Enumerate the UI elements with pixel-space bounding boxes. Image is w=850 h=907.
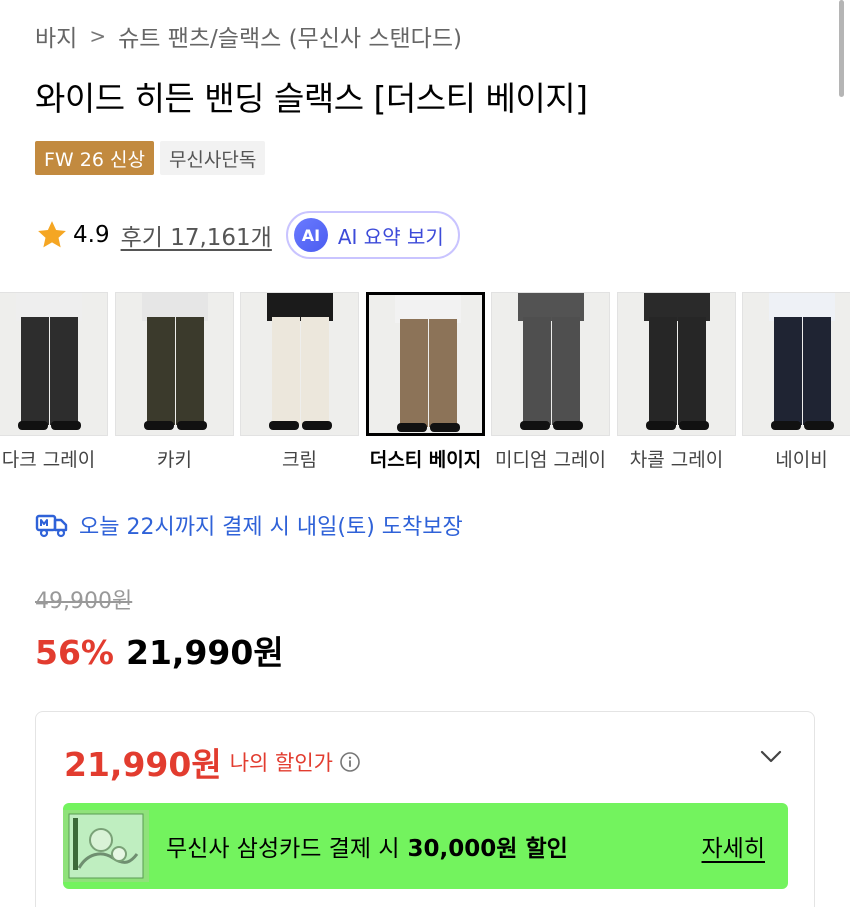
price-row: 56% 21,990원 xyxy=(35,626,284,674)
color-label: 크림 xyxy=(282,449,317,471)
model-leg xyxy=(400,319,428,427)
rating-row: 4.9 후기 17,161개 AI AI 요약 보기 xyxy=(35,210,460,260)
model-leg xyxy=(50,317,78,425)
card-promo-image xyxy=(63,810,149,882)
model-leg xyxy=(803,317,831,425)
color-option-medium-gray[interactable]: 미디엄 그레이 xyxy=(491,292,610,472)
model-leg xyxy=(678,317,706,425)
model-shoe xyxy=(397,423,427,432)
model-shoe xyxy=(177,421,207,430)
breadcrumb-item-suit-pants[interactable]: 슈트 팬츠/슬랙스 (무신사 스탠다드) xyxy=(118,19,462,53)
rating-score: 4.9 xyxy=(73,222,110,248)
color-option-dusty-beige[interactable]: 더스티 베이지 xyxy=(366,292,485,472)
model-shoe xyxy=(679,421,709,430)
color-label: 카키 xyxy=(157,449,192,471)
model-shoe xyxy=(144,421,174,430)
product-thumbnail xyxy=(617,292,736,436)
color-label: 차콜 그레이 xyxy=(629,449,724,471)
color-label: 다크 그레이 xyxy=(1,449,96,471)
model-leg xyxy=(523,317,551,425)
product-thumbnail xyxy=(366,292,485,436)
model-leg xyxy=(147,317,175,425)
product-thumbnail xyxy=(742,292,850,436)
model-leg xyxy=(272,317,300,425)
delivery-guarantee[interactable]: 오늘 22시까지 결제 시 내일(토) 도착보장 xyxy=(35,505,463,545)
model-leg xyxy=(429,319,457,427)
promo-discount-amount: 30,000원 할인 xyxy=(407,836,568,862)
product-thumbnail xyxy=(240,292,359,436)
model-leg xyxy=(552,317,580,425)
color-option-cream[interactable]: 크림 xyxy=(240,292,359,472)
star-icon xyxy=(38,221,66,248)
delivery-text: 오늘 22시까지 결제 시 내일(토) 도착보장 xyxy=(79,515,463,540)
scrollbar[interactable] xyxy=(839,0,844,97)
my-discount-price: 21,990원 xyxy=(64,745,222,784)
color-label: 미디엄 그레이 xyxy=(495,449,606,471)
promo-text: 무신사 삼성카드 결제 시 30,000원 할인 xyxy=(166,803,568,889)
color-label: 네이비 xyxy=(775,449,828,471)
model-shoe xyxy=(646,421,676,430)
breadcrumb-item-pants[interactable]: 바지 xyxy=(35,19,77,53)
original-price: 49,900원 xyxy=(35,589,133,614)
model-leg xyxy=(649,317,677,425)
model-shoe xyxy=(520,421,550,430)
model-shoe xyxy=(302,421,332,430)
model-shoe xyxy=(269,421,299,430)
ai-icon: AI xyxy=(293,218,328,252)
product-thumbnail xyxy=(491,292,610,436)
model-leg xyxy=(774,317,802,425)
ai-summary-label: AI 요약 보기 xyxy=(337,224,444,249)
promo-description: 무신사 삼성카드 결제 시 xyxy=(166,836,400,862)
sale-price: 21,990원 xyxy=(126,633,284,672)
discount-rate: 56% xyxy=(35,633,114,672)
product-thumbnail xyxy=(0,292,108,436)
chevron-down-icon[interactable] xyxy=(760,750,782,764)
truck-icon xyxy=(35,514,68,538)
my-price-row: 21,990원 나의 할인가 xyxy=(64,738,361,786)
ai-summary-button[interactable]: AI AI 요약 보기 xyxy=(285,211,460,259)
new-season-badge: FW 26 신상 xyxy=(35,141,154,175)
product-title: 와이드 히든 밴딩 슬랙스 [더스티 베이지] xyxy=(35,79,588,118)
product-thumbnail xyxy=(115,292,234,436)
model-shoe xyxy=(51,421,81,430)
color-options: 다크 그레이 카키 크림 더스티 베이지 미디엄 그레이 차콜 그레이 네이비 xyxy=(0,292,850,482)
model-shoe xyxy=(804,421,834,430)
card-promo-banner[interactable]: 무신사 삼성카드 결제 시 30,000원 할인 자세히 xyxy=(63,803,788,889)
model-leg xyxy=(176,317,204,425)
promo-details-link[interactable]: 자세히 xyxy=(702,803,765,889)
reviews-link[interactable]: 후기 17,161개 xyxy=(121,218,272,252)
model-shoe xyxy=(553,421,583,430)
model-leg xyxy=(301,317,329,425)
info-icon[interactable] xyxy=(339,751,361,773)
chevron-right-icon: > xyxy=(89,24,107,48)
model-shoe xyxy=(771,421,801,430)
breadcrumb: 바지 > 슈트 팬츠/슬랙스 (무신사 스탠다드) xyxy=(35,20,462,52)
model-shoe xyxy=(18,421,48,430)
model-leg xyxy=(21,317,49,425)
badge-list: FW 26 신상 무신사단독 xyxy=(35,141,266,175)
exclusive-badge: 무신사단독 xyxy=(159,141,266,175)
color-option-dark-gray[interactable]: 다크 그레이 xyxy=(0,292,108,472)
my-discount-label: 나의 할인가 xyxy=(229,751,333,775)
model-shoe xyxy=(430,423,460,432)
color-label: 더스티 베이지 xyxy=(369,449,482,471)
color-option-charcoal-gray[interactable]: 차콜 그레이 xyxy=(617,292,736,472)
my-discount-card: 21,990원 나의 할인가 무신사 삼성카드 결제 시 30,000원 할인 … xyxy=(35,711,815,907)
color-option-khaki[interactable]: 카키 xyxy=(115,292,234,472)
color-option-navy[interactable]: 네이비 xyxy=(742,292,850,472)
